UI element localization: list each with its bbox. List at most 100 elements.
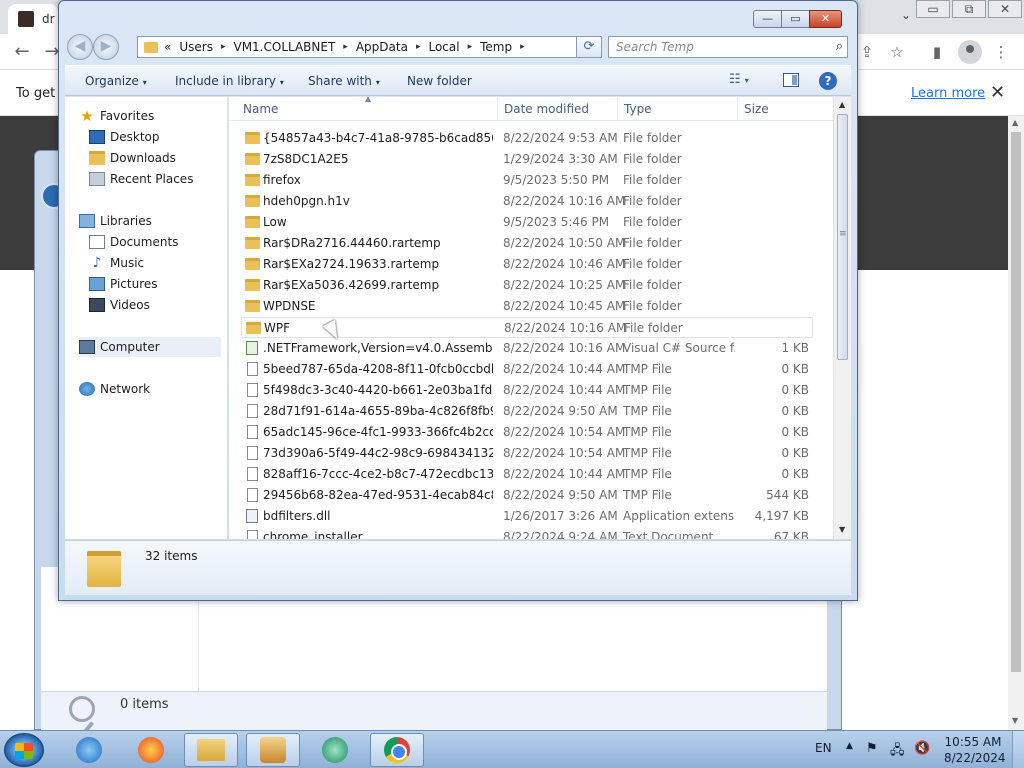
learn-more-link[interactable]: Learn more — [911, 86, 985, 101]
internet-explorer-icon — [76, 737, 102, 763]
show-hidden-icons-icon[interactable]: ▲ — [846, 741, 853, 768]
organize-button[interactable]: Organize ▾ — [85, 74, 147, 88]
taskbar-green-app[interactable] — [308, 733, 362, 767]
infobar-close-icon[interactable]: ✕ — [990, 82, 1005, 103]
file-icon — [247, 530, 258, 539]
file-row[interactable]: {54857a43-b4c7-41a8-9785-b6cad856d0e4} 8/… — [241, 128, 813, 149]
file-list-scroll-thumb[interactable] — [837, 114, 848, 360]
taskbar-chrome[interactable] — [370, 733, 424, 767]
column-type-header[interactable]: Type — [624, 102, 652, 126]
refresh-button[interactable]: ⟳ — [576, 36, 602, 58]
browser-minimize-button[interactable]: ▭ — [916, 0, 950, 18]
help-icon[interactable]: ? — [819, 72, 837, 90]
browser-restore-button[interactable]: ⧉ — [952, 0, 986, 18]
profile-avatar[interactable] — [958, 40, 982, 64]
breadcrumb-vm1[interactable]: VM1.COLLABNET ▸ — [233, 40, 347, 54]
nav-network[interactable]: Network — [79, 379, 239, 399]
scroll-up-icon[interactable]: ▲ — [1012, 118, 1018, 127]
explorer-back-button[interactable]: ◀ — [67, 34, 93, 60]
breadcrumb-appdata[interactable]: AppData ▸ — [356, 40, 421, 54]
scroll-down-icon[interactable]: ▼ — [1012, 716, 1018, 725]
file-row[interactable]: 5f498dc3-3c40-4420-b661-2e03ba1fd3bb....… — [241, 380, 813, 401]
column-divider[interactable] — [737, 97, 738, 121]
explorer-forward-button[interactable]: ▶ — [93, 34, 119, 60]
system-clock[interactable]: 10:55 AM 8/22/2024 — [944, 734, 1006, 768]
sort-ascending-icon: ▲ — [365, 97, 372, 103]
nav-downloads[interactable]: Downloads — [89, 148, 249, 168]
explorer-minimize-button[interactable]: — — [753, 10, 782, 28]
explorer-maximize-button[interactable]: ▭ — [781, 10, 810, 28]
browser-menu-icon[interactable]: ⋮ — [990, 41, 1012, 63]
action-center-flag-icon[interactable]: ⚑ — [866, 741, 878, 768]
column-divider[interactable] — [617, 97, 618, 121]
nav-favorites[interactable]: ★ Favorites — [79, 106, 239, 126]
column-date-header[interactable]: Date modified — [504, 102, 589, 126]
search-icon[interactable]: ⌕ — [836, 39, 843, 54]
file-type: TMP File — [623, 383, 672, 397]
bookmark-star-icon[interactable]: ☆ — [886, 41, 908, 63]
breadcrumb-local[interactable]: Local ▸ — [428, 40, 472, 54]
share-with-button[interactable]: Share with ▾ — [308, 74, 380, 88]
file-row[interactable]: Rar$DRa2716.44460.rartemp 8/22/2024 10:50… — [241, 233, 813, 254]
scroll-up-icon[interactable]: ▲ — [839, 100, 845, 109]
search-input[interactable]: Search Temp ⌕ — [608, 36, 848, 58]
taskbar-media-player[interactable] — [246, 733, 300, 767]
file-row[interactable]: bdfilters.dll 1/26/2017 3:26 AM Applicatio… — [241, 506, 813, 527]
browser-tab[interactable]: dr — [8, 4, 58, 34]
breadcrumb-users[interactable]: Users ▸ — [179, 40, 225, 54]
browser-scroll-thumb[interactable] — [1011, 132, 1021, 672]
taskbar-file-explorer[interactable] — [184, 733, 238, 767]
include-in-library-button[interactable]: Include in library ▾ — [175, 74, 284, 88]
file-row[interactable]: .NETFramework,Version=v4.0.AssemblyA... 8… — [241, 338, 813, 359]
breadcrumb-temp[interactable]: Temp ▸ — [480, 40, 525, 54]
file-list-scrollbar[interactable]: ▲ ▼ — [833, 97, 851, 539]
file-row[interactable]: firefox 9/5/2023 5:50 PM File folder — [241, 170, 813, 191]
nav-recent-places[interactable]: Recent Places — [89, 169, 249, 189]
scroll-down-icon[interactable]: ▼ — [839, 525, 845, 534]
file-row[interactable]: Rar$EXa5036.42699.rartemp 8/22/2024 10:25… — [241, 275, 813, 296]
new-folder-button[interactable]: New folder — [407, 74, 472, 88]
file-row[interactable]: 29456b68-82ea-47ed-9531-4ecab84c85ae... 8… — [241, 485, 813, 506]
address-bar[interactable]: « Users ▸ VM1.COLLABNET ▸ AppData ▸ Local ▸ … — [137, 36, 599, 58]
share-icon[interactable]: ⇪ — [856, 41, 878, 63]
language-indicator[interactable]: EN — [815, 741, 832, 768]
nav-music[interactable]: ♪ Music — [89, 253, 249, 273]
file-row[interactable]: WPDNSE 8/22/2024 10:45 AM File folder — [241, 296, 813, 317]
command-bar: Organize ▾ Include in library ▾ Share with… — [65, 65, 851, 96]
change-view-icon[interactable]: ☷ ▾ — [729, 72, 749, 87]
file-row[interactable]: 73d390a6-5f49-44c2-98c9-698434132d3f.t..… — [241, 443, 813, 464]
file-row[interactable]: hdeh0pgn.h1v 8/22/2024 10:16 AM File folde… — [241, 191, 813, 212]
file-row[interactable]: 28d71f91-614a-4655-89ba-4c826f8fb947.t..… — [241, 401, 813, 422]
column-size-header[interactable]: Size — [744, 102, 769, 126]
preview-pane-icon[interactable] — [783, 73, 799, 87]
explorer-close-button[interactable]: ✕ — [809, 10, 842, 28]
file-row[interactable]: 5beed787-65da-4208-8f11-0fcb0ccbdb7b... 8… — [241, 359, 813, 380]
nav-pictures[interactable]: Pictures — [89, 274, 249, 294]
nav-documents[interactable]: Documents — [89, 232, 249, 252]
file-row[interactable]: Rar$EXa2724.19633.rartemp 8/22/2024 10:46… — [241, 254, 813, 275]
file-row[interactable]: 65adc145-96ce-4fc1-9933-366fc4b2cdb6....… — [241, 422, 813, 443]
address-prefix[interactable]: « — [164, 40, 171, 54]
start-button[interactable] — [4, 733, 44, 767]
file-row[interactable]: 7zS8DC1A2E5 1/29/2024 3:30 AM File folder — [241, 149, 813, 170]
volume-muted-icon[interactable]: 🔇 — [914, 741, 930, 768]
nav-videos[interactable]: Videos — [89, 295, 249, 315]
file-row[interactable]: chrome_installer 8/22/2024 9:24 AM Text Do… — [241, 527, 813, 539]
browser-scrollbar[interactable]: ▲ ▼ — [1008, 116, 1024, 730]
taskbar-firefox[interactable] — [124, 733, 178, 767]
file-row[interactable]: 828aff16-7ccc-4ce2-b8c7-472ecdbc1390....… — [241, 464, 813, 485]
taskbar-internet-explorer[interactable] — [62, 733, 116, 767]
column-divider[interactable] — [497, 97, 498, 121]
browser-back-button[interactable]: ← — [10, 40, 34, 64]
network-tray-icon[interactable]: 🖧 — [890, 741, 905, 768]
browser-close-button[interactable]: ✕ — [988, 0, 1022, 18]
tab-search-chevron-icon[interactable]: ⌄ — [896, 8, 916, 28]
file-size: 0 KB — [781, 362, 809, 376]
nav-desktop[interactable]: Desktop — [89, 127, 249, 147]
nav-computer[interactable]: Computer — [79, 337, 221, 357]
side-panel-icon[interactable]: ▮ — [926, 41, 948, 63]
nav-libraries[interactable]: Libraries — [79, 211, 239, 231]
show-desktop-button[interactable] — [1012, 731, 1024, 768]
column-name-header[interactable]: Name — [243, 102, 278, 126]
file-row[interactable]: Low 9/5/2023 5:46 PM File folder — [241, 212, 813, 233]
